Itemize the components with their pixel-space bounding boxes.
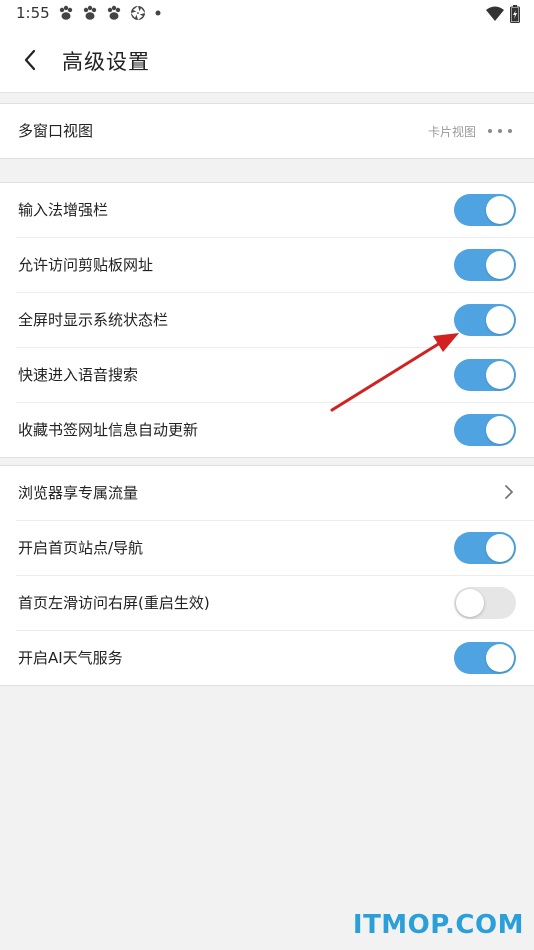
- system-icons: [486, 5, 520, 23]
- setting-row-voice-search: 快速进入语音搜索: [16, 348, 534, 403]
- notification-icons: [58, 5, 162, 21]
- voice-search-toggle[interactable]: [454, 359, 516, 391]
- setting-label: 输入法增强栏: [18, 201, 109, 219]
- section-input-settings: 输入法增强栏 允许访问剪贴板网址 全屏时显示系统状态栏 快速进入语音搜索 收藏书…: [0, 182, 534, 458]
- app-header: 高级设置: [0, 28, 534, 93]
- swipe-right-screen-toggle[interactable]: [454, 587, 516, 619]
- status-bar: 1:55: [0, 0, 534, 28]
- section-homepage-settings: 浏览器享专属流量 开启首页站点/导航 首页左滑访问右屏(重启生效) 开启AI天气…: [0, 465, 534, 686]
- battery-icon: [510, 5, 520, 23]
- setting-row-fullscreen-status-bar: 全屏时显示系统状态栏: [16, 293, 534, 348]
- setting-row-clipboard-url: 允许访问剪贴板网址: [16, 238, 534, 293]
- setting-row-input-enhance-bar: 输入法增强栏: [16, 183, 534, 238]
- setting-label: 开启首页站点/导航: [18, 539, 144, 557]
- setting-row-exclusive-data[interactable]: 浏览器享专属流量: [16, 466, 534, 521]
- dot-icon: [155, 10, 161, 16]
- back-arrow-icon: [24, 49, 36, 71]
- setting-row-swipe-right-screen: 首页左滑访问右屏(重启生效): [16, 576, 534, 631]
- wifi-icon: [486, 6, 504, 21]
- ai-weather-toggle[interactable]: [454, 642, 516, 674]
- setting-value: 卡片视图: [427, 125, 476, 139]
- paw-icon: [107, 5, 121, 20]
- page-title: 高级设置: [62, 50, 150, 74]
- setting-label: 首页左滑访问右屏(重启生效): [18, 594, 210, 612]
- setting-row-homepage-nav: 开启首页站点/导航: [16, 521, 534, 576]
- section-window-view: 多窗口视图 卡片视图: [0, 103, 534, 159]
- chevron-right-icon: [505, 485, 513, 499]
- back-button[interactable]: [14, 44, 46, 76]
- status-time: 1:55: [16, 4, 50, 22]
- fullscreen-status-bar-toggle[interactable]: [454, 304, 516, 336]
- setting-label: 快速进入语音搜索: [18, 366, 139, 384]
- paw-icon: [83, 5, 97, 20]
- setting-label: 允许访问剪贴板网址: [18, 256, 154, 274]
- setting-label: 收藏书签网址信息自动更新: [18, 421, 199, 439]
- clipboard-url-toggle[interactable]: [454, 249, 516, 281]
- aperture-icon: [131, 6, 145, 20]
- paw-icon: [59, 5, 73, 20]
- setting-row-bookmark-auto-update: 收藏书签网址信息自动更新: [16, 403, 534, 457]
- bookmark-auto-update-toggle[interactable]: [454, 414, 516, 446]
- setting-label: 开启AI天气服务: [18, 649, 123, 667]
- setting-row-multi-window[interactable]: 多窗口视图 卡片视图: [16, 104, 534, 158]
- watermark-text: ITMOP.COM: [352, 910, 524, 940]
- setting-row-ai-weather: 开启AI天气服务: [16, 631, 534, 685]
- input-enhance-bar-toggle[interactable]: [454, 194, 516, 226]
- setting-label: 全屏时显示系统状态栏: [18, 311, 169, 329]
- setting-label: 浏览器享专属流量: [18, 484, 139, 502]
- more-dots-icon[interactable]: [488, 124, 512, 138]
- setting-label: 多窗口视图: [18, 122, 94, 140]
- homepage-nav-toggle[interactable]: [454, 532, 516, 564]
